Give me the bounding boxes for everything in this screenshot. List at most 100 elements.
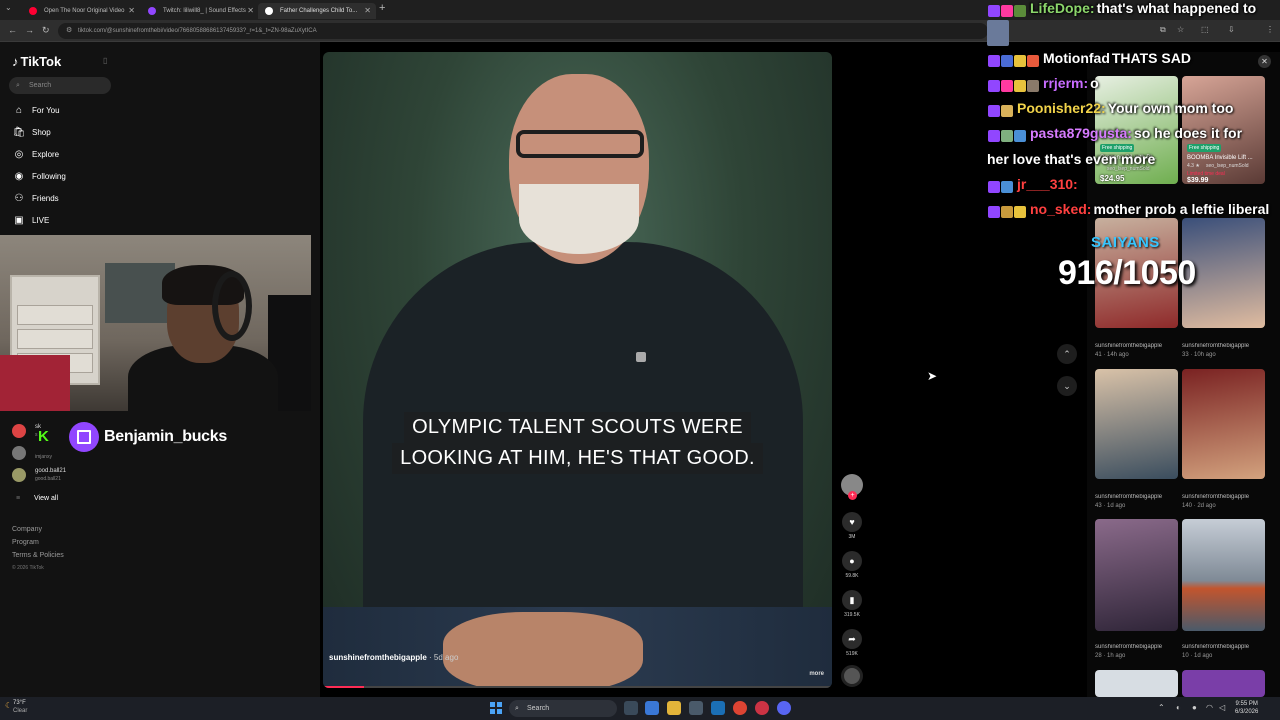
copyright: © 2026 TikTok — [12, 565, 44, 571]
like-button[interactable]: ♥ 3M — [841, 512, 863, 540]
forward-icon[interactable]: → — [25, 25, 34, 35]
video-thumbnail[interactable] — [1182, 519, 1265, 631]
headphones-icon — [212, 271, 252, 341]
chat-text: o — [1090, 75, 1099, 91]
tab-search-icon[interactable]: ⌄ — [5, 3, 12, 12]
video-player[interactable]: OLYMPIC TALENT SCOUTS WERE LOOKING AT HI… — [323, 52, 832, 688]
footer-program-link[interactable]: Program — [12, 539, 39, 546]
menu-icon[interactable]: ⋮ — [1266, 25, 1274, 34]
video-thumbnail[interactable] — [1095, 369, 1178, 479]
discord-icon[interactable] — [777, 701, 791, 715]
comment-count: 59.8K — [845, 573, 859, 579]
extensions-icon[interactable]: ⬚ — [1201, 25, 1209, 34]
view-all-link[interactable]: View all — [34, 495, 58, 502]
bookmark-count: 319.5K — [844, 612, 860, 618]
view-all-icon: ≡ — [16, 495, 21, 502]
start-windows-icon[interactable] — [490, 702, 502, 714]
video-meta: sunshinefromthebigapple 140 · 2d ago — [1182, 494, 1268, 509]
youtube-favicon-icon — [29, 7, 37, 15]
previous-video-button[interactable]: ⌃ — [1057, 344, 1077, 364]
weather-moon-icon: ☾ — [5, 701, 13, 710]
subtitle-line-1: OLYMPIC TALENT SCOUTS WERE — [404, 412, 751, 443]
taskbar-search[interactable]: ⌕ Search — [509, 700, 617, 717]
shop-bag-icon: 🛍 — [12, 127, 26, 138]
weather-temp: 73°F — [13, 700, 26, 706]
install-icon[interactable]: ⧉ — [1160, 25, 1166, 35]
wifi-icon[interactable]: ◠ — [1206, 703, 1213, 712]
browser-tab-2[interactable]: Twitch: liliwill8_ | Sound Effects ✕ — [141, 3, 259, 19]
tray-app-icon[interactable]: ◐ — [1176, 703, 1181, 712]
taskbar-clock[interactable]: 9:55 PM 6/3/2026 — [1235, 700, 1258, 716]
new-tab-icon[interactable]: + — [379, 2, 385, 14]
thumb-stats: 140 · 2d ago — [1182, 503, 1216, 509]
next-video-button[interactable]: ⌄ — [1057, 376, 1077, 396]
back-icon[interactable]: ← — [8, 25, 17, 35]
browser-tab-1[interactable]: Open The Noor Original Video ✕ — [22, 3, 140, 19]
task-view-icon[interactable] — [624, 701, 638, 715]
author-name: sunshinefromthebigapple — [329, 653, 427, 662]
like-count: 3M — [848, 534, 856, 540]
close-tab-icon[interactable]: ✕ — [247, 3, 254, 19]
video-progress-bar[interactable] — [323, 686, 832, 688]
nav-for-you[interactable]: ⌂ For You — [12, 103, 60, 119]
nav-live[interactable]: ▣ LIVE — [12, 213, 49, 229]
volume-icon[interactable]: ◁ — [1219, 703, 1225, 712]
footer-company-link[interactable]: Company — [12, 526, 42, 533]
share-count: 519K — [846, 651, 858, 657]
avatar — [12, 424, 26, 438]
close-tab-icon[interactable]: ✕ — [364, 3, 371, 19]
file-explorer-icon[interactable] — [667, 701, 681, 715]
video-thumbnail[interactable] — [1182, 369, 1265, 479]
footer-terms-link[interactable]: Terms & Policies — [12, 552, 64, 559]
steam-icon[interactable] — [711, 701, 725, 715]
share-button[interactable]: ➦ 519K — [841, 629, 863, 657]
nav-friends[interactable]: ⚇ Friends — [12, 191, 59, 207]
video-thumbnail[interactable] — [1095, 670, 1178, 697]
download-icon[interactable]: ⇩ — [1228, 25, 1235, 34]
chat-badges-icon — [988, 126, 1027, 142]
close-icon[interactable]: ✕ — [1258, 55, 1271, 68]
chat-username: LifeDope: — [1030, 0, 1095, 16]
video-thumbnail[interactable] — [1095, 519, 1178, 631]
product-name: BOOMBA Invisible Lift ... — [1187, 155, 1253, 161]
follow-plus-icon[interactable]: + — [848, 491, 857, 500]
url-input[interactable]: ⚙ tiktok.com/@sunshinefromthebi/video/76… — [58, 23, 988, 39]
product-sold: seo_lsep_numSold — [1206, 163, 1249, 169]
bookmark-button[interactable]: ▮ 319.5K — [841, 590, 863, 618]
browser-tab-3[interactable]: Father Challenges Child To... ✕ — [258, 3, 376, 19]
avatar — [12, 446, 26, 460]
search-input[interactable]: ⌕ Search — [9, 77, 111, 94]
account-handle: imjanxy — [35, 454, 52, 460]
more-button[interactable]: more — [809, 671, 824, 677]
chat-message: Motionfad THATS SAD — [988, 50, 1191, 67]
reload-icon[interactable]: ↻ — [42, 25, 50, 36]
weather-widget[interactable]: 73°F Clear — [13, 699, 27, 715]
nav-explore[interactable]: ◎ Explore — [12, 147, 60, 163]
chat-text: her love that's even more — [987, 151, 1156, 167]
thumb-stats: 28 · 1h ago — [1095, 653, 1126, 659]
tray-mic-icon[interactable]: ● — [1192, 703, 1197, 712]
comment-button[interactable]: ● 59.8K — [841, 551, 863, 579]
tray-expand-icon[interactable]: ⌃ — [1158, 703, 1165, 712]
site-info-icon[interactable]: ⚙ — [66, 23, 72, 39]
video-thumbnail[interactable] — [1182, 670, 1265, 697]
settings-gear-icon[interactable] — [689, 701, 703, 715]
tiktok-logo[interactable]: ♪ TikTok — [12, 54, 61, 69]
chat-text: THATS SAD — [1111, 50, 1191, 66]
product-price: $24.95 — [1100, 174, 1125, 183]
live-icon: ▣ — [14, 215, 24, 226]
nav-following[interactable]: ◉ Following — [12, 169, 66, 185]
app-icon[interactable] — [755, 701, 769, 715]
copilot-icon[interactable] — [645, 701, 659, 715]
nav-shop[interactable]: 🛍 Shop — [12, 125, 51, 141]
bookmark-star-icon[interactable]: ☆ — [1177, 25, 1184, 34]
music-disc-icon[interactable] — [841, 665, 863, 687]
collapse-sidebar-icon[interactable]: ▯ — [103, 56, 107, 65]
heart-icon: ♥ — [842, 512, 862, 532]
search-placeholder: Search — [29, 82, 52, 89]
close-tab-icon[interactable]: ✕ — [128, 3, 135, 19]
avatar — [12, 468, 26, 482]
chrome-icon[interactable] — [733, 701, 747, 715]
video-author[interactable]: sunshinefromthebigapple · 5d ago — [329, 653, 458, 662]
thumb-stats: 41 · 14h ago — [1095, 352, 1129, 358]
